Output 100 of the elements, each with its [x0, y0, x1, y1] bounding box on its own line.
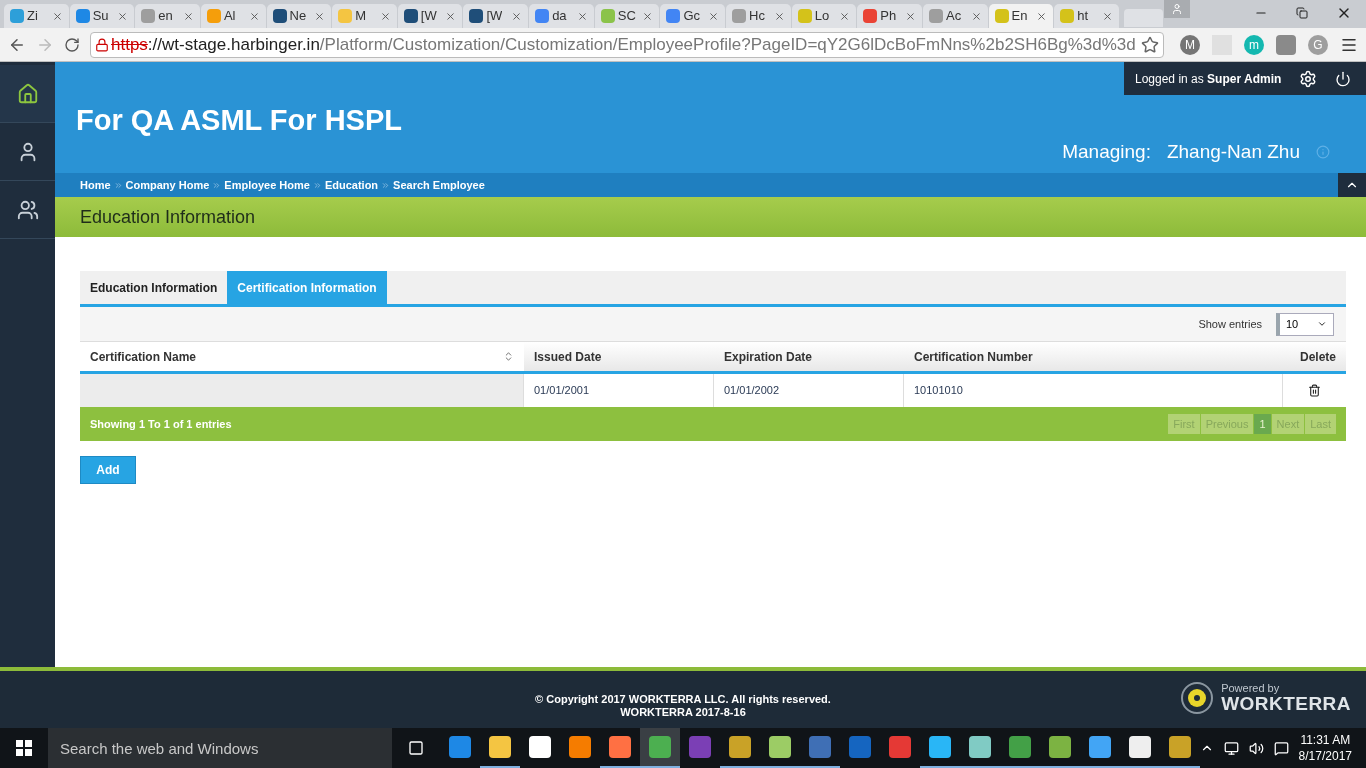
extension-icon[interactable] — [1276, 34, 1296, 55]
browser-tab[interactable]: M — [332, 4, 397, 28]
address-bar[interactable]: https://wt-stage.harbinger.in/Platform/Customization/Customization/EmployeeProfile?PageID=qY2G6lDcBoFmNns%2b2SH6Bg%3d%3d — [90, 31, 1164, 58]
copyright-text: © Copyright 2017 WORKTERRA LLC. All rights reserved. — [535, 692, 831, 706]
windows-logo-icon — [16, 740, 32, 756]
entries-select[interactable]: 10 — [1276, 312, 1334, 336]
section-title: Education Information — [80, 205, 256, 229]
close-icon[interactable] — [379, 10, 391, 22]
tab-title: Gc — [683, 7, 701, 26]
browser-tab[interactable]: en — [135, 4, 200, 28]
home-icon — [16, 82, 39, 105]
breadcrumb-link[interactable]: Company Home — [125, 176, 210, 194]
close-icon[interactable] — [708, 10, 720, 22]
close-icon[interactable] — [248, 10, 260, 22]
restore-icon[interactable] — [1296, 7, 1308, 19]
browser-tab[interactable]: Gc — [660, 4, 726, 28]
clock-date: 8/17/2017 — [1298, 748, 1352, 764]
sort-icon — [503, 351, 514, 362]
breadcrumb-link[interactable]: Employee Home — [224, 176, 310, 194]
logged-in-text: Logged in as Super Admin — [1135, 70, 1282, 88]
breadcrumb-link[interactable]: Home — [80, 176, 111, 194]
network-icon[interactable] — [1223, 740, 1239, 756]
tab-title: Ac — [945, 7, 962, 26]
close-icon[interactable] — [576, 10, 588, 22]
version-text: WORKTERRA 2017-8-16 — [620, 705, 746, 719]
browser-tab[interactable]: Ph — [857, 4, 922, 28]
close-icon[interactable] — [1101, 10, 1113, 22]
close-icon[interactable] — [839, 10, 851, 22]
separator-icon — [312, 180, 322, 190]
browser-tab[interactable]: Zi — [4, 4, 69, 28]
browser-tab[interactable]: Su — [69, 4, 135, 28]
settings-icon[interactable] — [1299, 69, 1318, 88]
close-icon[interactable] — [445, 10, 457, 22]
person-icon — [1171, 3, 1183, 15]
browser-tab[interactable]: SC — [594, 4, 660, 28]
collapse-button[interactable] — [1338, 173, 1366, 197]
show-entries-label: Show entries — [1198, 316, 1262, 332]
sidebar-item[interactable] — [0, 65, 55, 123]
close-icon[interactable] — [773, 10, 785, 22]
company-title: For QA ASML For HSPL — [76, 103, 402, 138]
tab-title: M — [355, 7, 367, 26]
tab-title: En — [1011, 7, 1028, 26]
managing-label: Managing: — [1062, 140, 1151, 164]
delete-icon[interactable] — [1308, 384, 1321, 397]
browser-tab[interactable]: Hc — [726, 4, 791, 28]
tab-title: [W — [420, 7, 437, 26]
extension-icon[interactable]: M — [1180, 34, 1200, 55]
breadcrumb-link[interactable]: Education — [324, 176, 379, 194]
close-icon[interactable] — [182, 10, 194, 22]
power-icon[interactable] — [1335, 70, 1352, 87]
browser-tab[interactable]: da — [529, 4, 594, 28]
tab-title: Su — [92, 7, 109, 26]
url-scheme: https — [111, 33, 148, 56]
managing-name: Zhang-Nan Zhu — [1166, 140, 1300, 164]
tab-title: Al — [223, 7, 236, 26]
url-path: /Platform/Customization/Customization/EmployeeProfile?PageID=qY2G6lDcBoFmNns%2b2SH6Bg%3d%3d — [319, 33, 1136, 56]
close-icon[interactable] — [1036, 10, 1048, 22]
separator-icon — [212, 180, 222, 190]
column-header: Certification Number — [913, 348, 1034, 366]
tab[interactable]: Education Information — [80, 271, 228, 304]
tab-title: en — [158, 7, 173, 26]
close-icon[interactable] — [642, 10, 654, 22]
browser-tab[interactable]: ht — [1054, 4, 1119, 28]
close-icon[interactable] — [117, 10, 129, 22]
close-icon[interactable] — [904, 10, 916, 22]
breadcrumb-link[interactable]: Search Employee — [393, 176, 485, 194]
close-icon[interactable] — [51, 10, 63, 22]
browser-tab[interactable]: Lo — [791, 4, 857, 28]
column-header: Issued Date — [533, 348, 603, 366]
browser-tab[interactable]: [W — [397, 4, 463, 28]
powered-by-text: Powered by — [1221, 683, 1281, 694]
separator-icon — [381, 180, 391, 190]
tab-title: ht — [1077, 7, 1089, 26]
brand-text: WORKTERRA — [1221, 694, 1351, 713]
close-icon[interactable] — [314, 10, 326, 22]
browser-tab[interactable]: Ne — [266, 4, 332, 28]
tab-title: [W — [486, 7, 503, 26]
tab-title: Ne — [289, 7, 307, 26]
taskbar-search-field[interactable]: Search the web and Windows — [48, 728, 392, 768]
column-header: Expiration Date — [723, 348, 814, 366]
separator-icon — [113, 180, 123, 190]
url-host: ://wt-stage.harbinger.in — [147, 33, 320, 56]
reload-icon[interactable] — [64, 36, 80, 53]
insecure-lock-icon — [95, 37, 109, 52]
column-header: Delete — [1298, 348, 1337, 366]
tab-title: SC — [617, 7, 636, 26]
tab-title: Lo — [814, 7, 830, 26]
close-icon[interactable] — [511, 10, 523, 22]
browser-tab[interactable]: Al — [200, 4, 266, 28]
taskbar-app[interactable] — [639, 728, 680, 768]
tab-title: da — [552, 7, 567, 26]
notification-icon[interactable] — [1273, 740, 1289, 756]
tab-title: Ph — [880, 7, 897, 26]
browser-tab[interactable]: [W — [463, 4, 529, 28]
tab-title: Zi — [27, 7, 38, 26]
browser-tab[interactable]: Ac — [922, 4, 988, 28]
close-icon[interactable] — [970, 10, 982, 22]
browser-tab[interactable]: En — [988, 4, 1054, 28]
bookmark-star-icon[interactable] — [1141, 35, 1159, 54]
volume-icon[interactable] — [1248, 740, 1264, 756]
